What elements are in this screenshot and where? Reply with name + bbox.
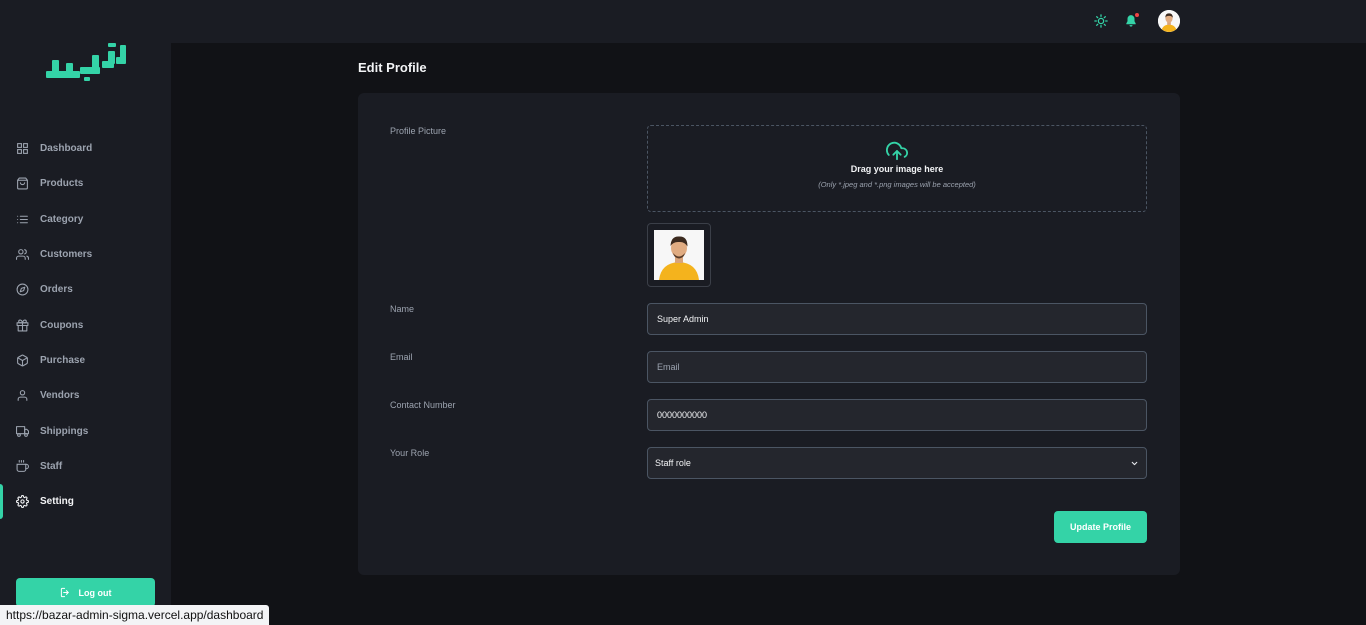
- box-icon: [17, 354, 28, 367]
- image-dropzone[interactable]: Drag your image here (Only *.jpeg and *.…: [647, 125, 1147, 212]
- edit-profile-card: Profile Picture Drag your image here (On…: [358, 93, 1180, 575]
- sidebar-item-label: Products: [40, 178, 84, 190]
- sidebar-item-label: Dashboard: [40, 143, 93, 155]
- list-icon: [17, 215, 28, 224]
- sidebar-item-purchase[interactable]: Purchase: [0, 343, 171, 378]
- sidebar-item-setting[interactable]: Setting: [0, 483, 171, 520]
- email-input[interactable]: [647, 351, 1147, 383]
- grid-icon: [17, 143, 28, 155]
- browser-status-url: https://bazar-admin-sigma.vercel.app/das…: [0, 605, 270, 625]
- users-icon: [16, 249, 29, 260]
- sidebar-item-customers[interactable]: Customers: [0, 237, 171, 272]
- sidebar-item-label: Shippings: [40, 425, 89, 437]
- profile-photo: [654, 230, 704, 280]
- coffee-icon: [16, 459, 29, 472]
- top-header: [0, 0, 1366, 43]
- chevron-down-icon: [1131, 461, 1138, 465]
- sidebar-item-vendors[interactable]: Vendors: [0, 378, 171, 413]
- notifications-button[interactable]: [1124, 12, 1140, 28]
- sidebar-nav: Dashboard Products Category Customers Or…: [0, 131, 171, 520]
- sidebar-item-dashboard[interactable]: Dashboard: [0, 131, 171, 166]
- profile-image-preview[interactable]: [647, 223, 711, 287]
- upload-cloud-icon: [886, 141, 908, 161]
- sidebar-item-category[interactable]: Category: [0, 202, 171, 237]
- theme-toggle-button[interactable]: [1094, 14, 1108, 28]
- sidebar-item-label: Coupons: [40, 319, 84, 331]
- name-label: Name: [390, 304, 415, 314]
- user-avatar[interactable]: [1158, 10, 1180, 32]
- sidebar-item-label: Purchase: [40, 354, 86, 366]
- brand-logo[interactable]: [44, 43, 128, 85]
- profile-image: [654, 230, 704, 280]
- sidebar-item-label: Orders: [40, 284, 73, 296]
- page-title: Edit Profile: [358, 60, 427, 75]
- truck-icon: [16, 425, 29, 437]
- sidebar-item-staff[interactable]: Staff: [0, 449, 171, 484]
- role-select-value: Staff role: [655, 458, 691, 468]
- logout-button[interactable]: Log out: [16, 578, 155, 607]
- sidebar-item-label: Category: [40, 213, 84, 225]
- logout-icon: [60, 587, 69, 598]
- sidebar-item-shippings[interactable]: Shippings: [0, 413, 171, 448]
- sidebar-item-label: Customers: [40, 249, 93, 261]
- notification-dot: [1134, 12, 1140, 18]
- sidebar-item-orders[interactable]: Orders: [0, 272, 171, 307]
- contact-number-label: Contact Number: [390, 400, 456, 410]
- user-icon: [17, 390, 28, 402]
- shopping-bag-icon: [17, 177, 28, 190]
- compass-icon: [16, 283, 29, 296]
- gift-icon: [16, 319, 29, 332]
- sun-icon: [1094, 14, 1108, 28]
- email-label: Email: [390, 352, 413, 362]
- sidebar-item-coupons[interactable]: Coupons: [0, 307, 171, 342]
- name-input[interactable]: [647, 303, 1147, 335]
- sidebar-item-products[interactable]: Products: [0, 166, 171, 201]
- role-label: Your Role: [390, 448, 430, 458]
- sidebar: Dashboard Products Category Customers Or…: [0, 43, 171, 625]
- dropzone-hint: (Only *.jpeg and *.png images will be ac…: [818, 180, 976, 189]
- profile-picture-label: Profile Picture: [390, 126, 447, 136]
- logout-label: Log out: [78, 587, 112, 598]
- role-select[interactable]: Staff role: [647, 447, 1147, 479]
- header-actions: [1094, 10, 1180, 32]
- contact-number-input[interactable]: [647, 399, 1147, 431]
- gear-icon: [16, 495, 29, 509]
- avatar-image: [1158, 10, 1180, 32]
- sidebar-item-label: Vendors: [40, 390, 80, 402]
- sidebar-item-label: Staff: [40, 460, 63, 472]
- dropzone-title: Drag your image here: [850, 164, 944, 174]
- update-profile-button[interactable]: Update Profile: [1054, 511, 1147, 543]
- sidebar-item-label: Setting: [40, 496, 74, 508]
